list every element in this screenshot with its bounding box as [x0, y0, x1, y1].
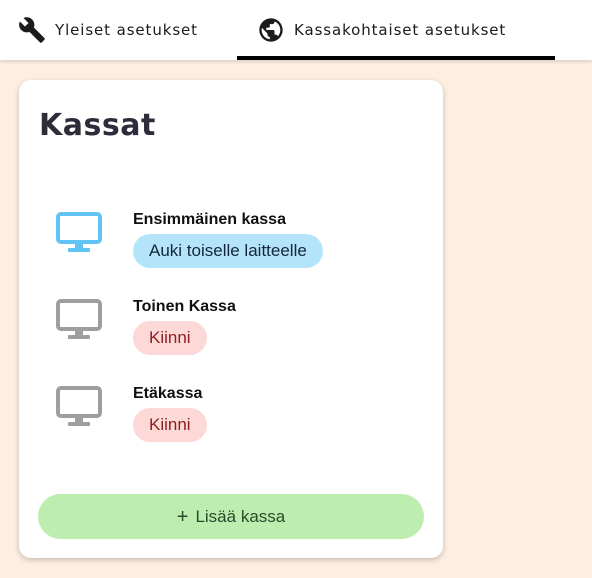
tab-general-label: Yleiset asetukset [55, 21, 198, 39]
registers-card: Kassat Ensimmäinen kassa Auki toiselle l… [19, 80, 443, 558]
add-register-label: Lisää kassa [195, 506, 286, 526]
add-register-button[interactable]: + Lisää kassa [38, 494, 424, 539]
top-tab-bar: Yleiset asetukset Kassakohtaiset asetuks… [0, 0, 592, 60]
status-badge: Kiinni [133, 408, 207, 442]
status-badge: Kiinni [133, 321, 207, 355]
tab-register-settings[interactable]: Kassakohtaiset asetukset [237, 0, 555, 60]
monitor-icon [55, 298, 105, 344]
register-name: Etäkassa [133, 385, 203, 402]
register-item[interactable]: Ensimmäinen kassa Auki toiselle laitteel… [55, 211, 435, 271]
register-name: Toinen Kassa [133, 298, 236, 315]
tab-register-label: Kassakohtaiset asetukset [294, 21, 507, 39]
card-title: Kassat [39, 108, 156, 143]
tab-general-settings[interactable]: Yleiset asetukset [18, 0, 228, 60]
wrench-icon [18, 16, 46, 44]
monitor-icon [55, 211, 105, 257]
register-item[interactable]: Etäkassa Kiinni [55, 385, 435, 445]
register-item[interactable]: Toinen Kassa Kiinni [55, 298, 435, 358]
register-name: Ensimmäinen kassa [133, 211, 286, 228]
monitor-icon [55, 385, 105, 431]
status-badge: Auki toiselle laitteelle [133, 234, 323, 268]
plus-icon: + [176, 505, 189, 528]
active-tab-indicator [237, 56, 555, 60]
globe-icon [257, 16, 285, 44]
